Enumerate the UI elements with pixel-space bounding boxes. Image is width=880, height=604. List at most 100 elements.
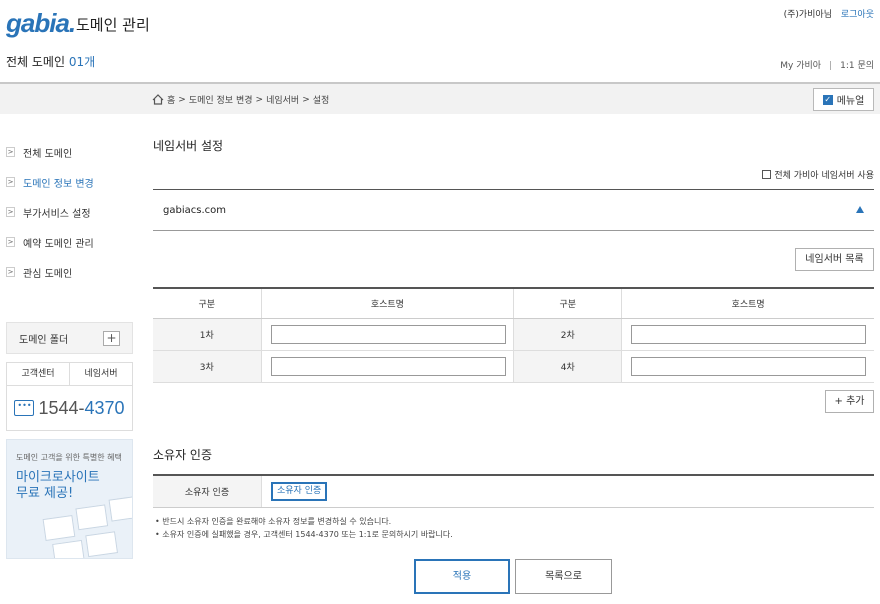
top-links: My 가비아 | 1:1 문의 <box>780 58 874 71</box>
breadcrumb-bar: 홈 > 도메인 정보 변경 > 네임서버 > 설정 ✓ 메뉴얼 <box>0 82 880 114</box>
use-all-checkbox[interactable] <box>762 170 772 179</box>
app-title: 도메인 관리 <box>76 16 150 34</box>
ns-host-cell <box>260 318 514 351</box>
note-item: 소유자 인증에 실패했을 경우, 고객센터 1544-4370 또는 1:1로 … <box>155 528 453 541</box>
sidebar-item-reserved-domains[interactable]: > 예약 도메인 관리 <box>6 227 132 257</box>
sidebar-menu: > 전체 도메인 > 도메인 정보 변경 > 부가서비스 설정 > 예약 도메인 관리 … <box>6 137 132 287</box>
sidebar-item-all-domains[interactable]: > 전체 도메인 <box>6 137 132 167</box>
owner-verification-label: 소유자 인증 <box>153 476 261 507</box>
owner-section-title: 소유자 인증 <box>153 448 213 462</box>
inquiry-link[interactable]: 1:1 문의 <box>840 61 874 71</box>
home-icon[interactable] <box>152 94 164 105</box>
promo-card <box>108 495 132 522</box>
note-item: 반드시 소유자 인증을 완료해야 소유자 정보를 변경하실 수 있습니다. <box>155 515 453 528</box>
add-folder-button[interactable]: + <box>103 331 120 346</box>
domain-row[interactable]: gabiacs.com <box>153 189 874 231</box>
back-to-list-button[interactable]: 목록으로 <box>515 559 612 594</box>
table-row: 3차 4차 <box>153 350 874 383</box>
chevron-right-icon: > <box>6 177 15 187</box>
promo-card <box>42 514 76 541</box>
user-area: (주)가비아님 로그아웃 <box>784 7 874 20</box>
use-all-label: 전체 가비아 네임서버 사용 <box>774 171 874 181</box>
promo-card <box>85 531 119 558</box>
breadcrumb-separator: > <box>255 94 264 105</box>
table-row: 1차 2차 <box>153 318 874 351</box>
promo-card <box>52 539 85 558</box>
column-header-type: 구분 <box>153 287 261 319</box>
domain-folder: 도메인 폴더 + <box>6 322 133 354</box>
phone-number: 1544-4370 <box>38 398 124 419</box>
my-gabia-link[interactable]: My 가비아 <box>780 61 821 71</box>
ns1-host-input[interactable] <box>270 324 506 344</box>
ns-order-label: 1차 <box>153 318 261 351</box>
sidebar-item-domain-info[interactable]: > 도메인 정보 변경 <box>6 167 132 197</box>
apply-button[interactable]: 적용 <box>414 559 510 594</box>
chevron-right-icon: > <box>6 267 15 277</box>
microsite-promo-banner[interactable]: 도메인 고객을 위한 특별한 혜택 마이크로사이트 무료 제공! <box>6 439 133 559</box>
promo-illustration <box>41 495 132 558</box>
phone-suffix: 4370 <box>84 397 125 418</box>
user-name: (주)가비아님 <box>783 10 832 20</box>
sidebar-item-label: 도메인 정보 변경 <box>23 178 94 190</box>
sidebar-item-label: 전체 도메인 <box>23 148 73 160</box>
support-tabs: 고객센터 네임서버 <box>7 363 132 386</box>
owner-notes: 반드시 소유자 인증을 완료해야 소유자 정보를 변경하실 수 있습니다. 소유… <box>155 515 453 541</box>
ns-order-label: 2차 <box>513 318 622 351</box>
add-nameserver-button[interactable]: + 추가 <box>825 390 874 413</box>
collapse-up-icon[interactable] <box>856 206 864 213</box>
breadcrumb-home[interactable]: 홈 <box>167 93 175 106</box>
breadcrumb-separator: > <box>178 94 186 105</box>
tab-nameserver[interactable]: 네임서버 <box>69 363 132 385</box>
owner-verify-button[interactable]: 소유자 인증 <box>271 482 328 501</box>
phone-prefix: 1544- <box>38 397 85 418</box>
logout-link[interactable]: 로그아웃 <box>841 10 874 20</box>
table-header-row: 구분 호스트명 구분 호스트명 <box>153 287 874 319</box>
sidebar-item-label: 예약 도메인 관리 <box>23 238 94 250</box>
all-domains-label: 전체 도메인 <box>6 55 66 69</box>
all-domains-summary: 전체 도메인 01개 <box>6 53 95 70</box>
ns-host-cell <box>260 350 514 383</box>
ns-order-label: 3차 <box>153 350 261 383</box>
column-header-host: 호스트명 <box>260 287 514 319</box>
breadcrumb-nameserver[interactable]: 네임서버 <box>266 93 299 106</box>
ns-order-label: 4차 <box>513 350 622 383</box>
column-header-host: 호스트명 <box>621 287 874 319</box>
ns3-host-input[interactable] <box>270 356 506 376</box>
breadcrumb-domain-info[interactable]: 도메인 정보 변경 <box>189 93 253 106</box>
tab-customer-center[interactable]: 고객센터 <box>7 363 69 385</box>
nameserver-list-button[interactable]: 네임서버 목록 <box>795 248 874 271</box>
ns4-host-input[interactable] <box>631 356 867 376</box>
chevron-down-icon: ✓ <box>822 94 833 105</box>
breadcrumb-settings: 설정 <box>312 96 330 106</box>
chevron-right-icon: > <box>6 237 15 247</box>
column-header-type: 구분 <box>513 287 622 319</box>
use-all-gabia-nameserver[interactable]: 전체 가비아 네임서버 사용 <box>762 168 874 181</box>
owner-verification-row: 소유자 인증 소유자 인증 <box>153 474 874 508</box>
support-phone: ••• 1544-4370 <box>7 386 132 430</box>
manual-button[interactable]: ✓ 메뉴얼 <box>813 88 874 111</box>
ns-host-cell <box>621 350 874 383</box>
promo-subtitle: 도메인 고객을 위한 특별한 혜택 <box>16 453 122 462</box>
link-separator: | <box>829 61 833 71</box>
promo-card <box>75 504 109 531</box>
sidebar-item-addon-services[interactable]: > 부가서비스 설정 <box>6 197 132 227</box>
manual-button-label: 메뉴얼 <box>836 96 865 107</box>
support-box: 고객센터 네임서버 ••• 1544-4370 <box>6 362 133 431</box>
gabia-logo[interactable]: gabia. <box>6 8 76 39</box>
promo-title: 마이크로사이트 무료 제공! <box>16 470 100 502</box>
chat-icon: ••• <box>14 400 35 416</box>
ns2-host-input[interactable] <box>631 324 867 344</box>
sidebar-item-label: 관심 도메인 <box>23 268 73 280</box>
promo-title-line: 무료 제공! <box>16 486 74 501</box>
chevron-right-icon: > <box>6 147 15 157</box>
sidebar-item-label: 부가서비스 설정 <box>23 208 91 220</box>
breadcrumb-separator: > <box>302 94 310 105</box>
promo-title-line: 마이크로사이트 <box>16 470 100 485</box>
domain-count[interactable]: 01개 <box>69 55 95 69</box>
chevron-right-icon: > <box>6 207 15 217</box>
sidebar-item-watched-domains[interactable]: > 관심 도메인 <box>6 257 132 287</box>
owner-verification-cell: 소유자 인증 <box>261 476 874 507</box>
domain-name: gabiacs.com <box>163 204 226 216</box>
breadcrumb: 홈 > 도메인 정보 변경 > 네임서버 > 설정 <box>152 93 329 106</box>
nameserver-table: 구분 호스트명 구분 호스트명 1차 2차 3차 4차 <box>153 287 874 383</box>
